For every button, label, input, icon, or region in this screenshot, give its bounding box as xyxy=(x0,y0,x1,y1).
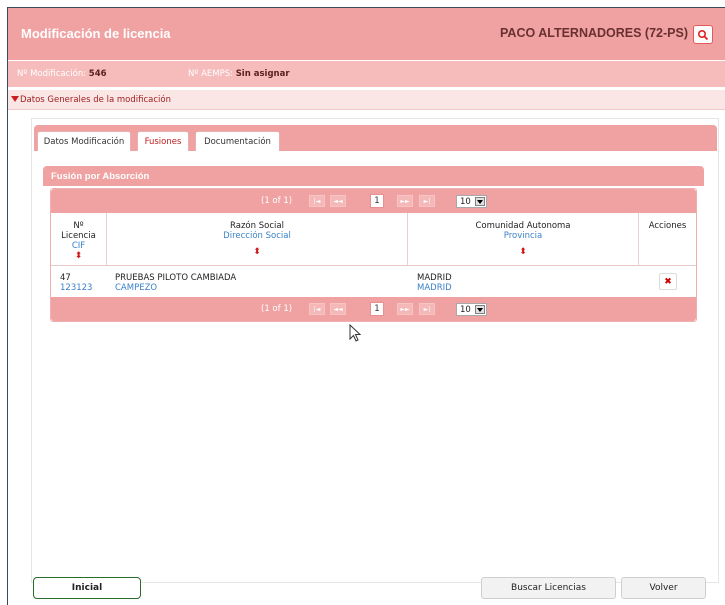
column-direccion-label: Dirección Social xyxy=(223,231,291,241)
column-razon-social-label: Razón Social xyxy=(230,221,284,231)
column-provincia-label: Provincia xyxy=(503,231,543,241)
next-page-button[interactable]: ►► xyxy=(397,195,413,207)
rows-per-page-value: 10 xyxy=(460,196,471,207)
volver-button[interactable]: Volver xyxy=(621,577,706,599)
column-razon-social[interactable]: Razón Social Dirección Social ⬍ xyxy=(107,213,408,266)
page-title: Modificación de licencia xyxy=(21,26,171,41)
aemps-number: Nº AEMPS: Sin asignar xyxy=(188,69,290,79)
direccion-value: CAMPEZO xyxy=(115,283,158,293)
rows-per-page-select[interactable]: 10 xyxy=(456,303,487,316)
dropdown-arrow-icon xyxy=(475,197,485,206)
last-page-button[interactable]: ►| xyxy=(419,195,435,207)
cif-value: 123123 xyxy=(60,283,93,293)
column-licencia[interactable]: Nº Licencia CIF ⬍ xyxy=(51,213,107,266)
dropdown-arrow-icon xyxy=(475,305,485,314)
page-info: (1 of 1) xyxy=(261,304,293,314)
page-number-button[interactable]: 1 xyxy=(370,302,384,316)
info-bar: Nº Modificación: 546 Nº AEMPS: Sin asign… xyxy=(8,60,725,87)
first-page-button[interactable]: |◄ xyxy=(309,195,325,207)
rows-per-page-select[interactable]: 10 xyxy=(456,195,487,208)
modification-number-value: 546 xyxy=(88,69,107,79)
inicial-button[interactable]: Inicial xyxy=(33,577,141,599)
search-icon xyxy=(697,29,709,40)
paginator-top: (1 of 1) |◄ ◄◄ 1 ►► ►| 10 xyxy=(51,189,696,213)
header-bar: Modificación de licencia PACO ALTERNADOR… xyxy=(8,8,725,60)
delete-button[interactable]: ✖ xyxy=(659,273,677,290)
prev-page-button[interactable]: ◄◄ xyxy=(330,303,346,315)
search-button[interactable] xyxy=(693,25,713,44)
column-licencia-label2: Licencia xyxy=(61,231,96,241)
column-acciones-label: Acciones xyxy=(648,221,687,231)
company-name: PACO ALTERNADORES (72-PS) xyxy=(500,26,688,40)
section-label: Datos Generales de la modificación xyxy=(20,95,171,105)
modification-number-label: Nº Modificación: xyxy=(17,69,87,79)
rows-per-page-value: 10 xyxy=(460,304,471,315)
cell-comunidad: MADRID MADRID xyxy=(417,267,637,297)
collapse-triangle-icon xyxy=(11,96,19,102)
tab-strip: Datos Modificación Fusiones Documentació… xyxy=(34,125,717,151)
tab-documentacion[interactable]: Documentación xyxy=(195,131,280,151)
provincia-value: MADRID xyxy=(417,283,452,293)
mouse-cursor-icon xyxy=(349,324,362,342)
fusion-subtitle: Fusión por Absorción xyxy=(51,171,150,182)
comunidad-value: MADRID xyxy=(417,273,452,283)
page-info: (1 of 1) xyxy=(261,196,293,206)
column-licencia-label: Nº xyxy=(73,221,84,231)
paginator-bottom: (1 of 1) |◄ ◄◄ 1 ►► ►| 10 xyxy=(51,297,696,321)
column-acciones: Acciones xyxy=(639,213,696,266)
fusion-table: (1 of 1) |◄ ◄◄ 1 ►► ►| 10 Nº Licencia CI… xyxy=(50,188,697,322)
sort-icon[interactable]: ⬍ xyxy=(107,248,407,257)
last-page-button[interactable]: ►| xyxy=(419,303,435,315)
first-page-button[interactable]: |◄ xyxy=(309,303,325,315)
table-header: Nº Licencia CIF ⬍ Razón Social Dirección… xyxy=(51,213,696,266)
aemps-number-value: Sin asignar xyxy=(235,69,290,79)
cell-razon-social: PRUEBAS PILOTO CAMBIADA CAMPEZO xyxy=(115,267,405,297)
fusion-subtitle-bar: Fusión por Absorción xyxy=(43,166,704,186)
aemps-number-label: Nº AEMPS: xyxy=(188,69,233,79)
page-number-button[interactable]: 1 xyxy=(370,194,384,208)
app-frame: Modificación de licencia PACO ALTERNADOR… xyxy=(7,7,725,605)
modification-number: Nº Modificación: 546 xyxy=(17,69,107,79)
tab-fusiones[interactable]: Fusiones xyxy=(137,131,189,151)
sort-icon[interactable]: ⬍ xyxy=(51,252,106,261)
section-general-data[interactable]: Datos Generales de la modificación xyxy=(8,90,725,110)
table-row[interactable]: 47 123123 PRUEBAS PILOTO CAMBIADA CAMPEZ… xyxy=(51,267,696,297)
cell-licencia: 47 123123 xyxy=(60,267,105,297)
column-comunidad[interactable]: Comunidad Autonoma Provincia ⬍ xyxy=(408,213,639,266)
sort-icon[interactable]: ⬍ xyxy=(408,248,638,257)
tab-datos-modificacion[interactable]: Datos Modificación xyxy=(37,131,131,151)
buscar-licencias-button[interactable]: Buscar Licencias xyxy=(481,577,616,599)
razon-social-value: PRUEBAS PILOTO CAMBIADA xyxy=(115,273,237,283)
next-page-button[interactable]: ►► xyxy=(397,303,413,315)
delete-x-icon: ✖ xyxy=(664,276,672,287)
licencia-value: 47 xyxy=(60,273,71,283)
column-cif-label: CIF xyxy=(71,241,86,251)
tab-panel: Datos Modificación Fusiones Documentació… xyxy=(31,118,719,583)
prev-page-button[interactable]: ◄◄ xyxy=(330,195,346,207)
column-comunidad-label: Comunidad Autonoma xyxy=(475,221,571,231)
